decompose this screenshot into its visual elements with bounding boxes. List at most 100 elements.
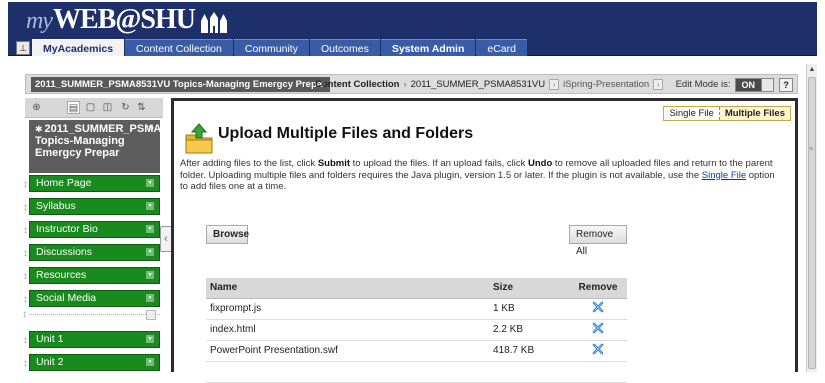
menu-item-resources[interactable]: ↕ Resources ▾: [23, 267, 160, 284]
course-menu: ⊕ ▤ ▢ ◫ ↻ ⇅ ✱ 2011_SUMMER_PSMA8531VU Topi…: [22, 98, 201, 372]
menu-item-label: Resources: [36, 269, 87, 281]
multiple-files-button[interactable]: Multiple Files: [719, 107, 790, 120]
item-options-icon[interactable]: ▾: [145, 334, 155, 344]
menu-item-unit-2[interactable]: ↕ Unit 2 ▾: [23, 354, 160, 371]
remove-x-icon[interactable]: [592, 343, 604, 358]
scroll-thumb[interactable]: [808, 77, 816, 369]
course-menu-toolbar: ⊕ ▤ ▢ ◫ ↻ ⇅: [25, 98, 163, 118]
item-options-icon[interactable]: ▾: [145, 247, 155, 257]
add-menu-item-icon[interactable]: ⊕: [30, 101, 43, 114]
column-size: Size: [489, 278, 569, 299]
breadcrumb: 2011_SUMMER_PSMA8531VU Topics-Managing E…: [25, 74, 798, 94]
menu-item-syllabus[interactable]: ↕ Syllabus ▾: [23, 198, 160, 215]
tab-myacademics[interactable]: MyAcademics: [32, 39, 125, 57]
new-window-icon[interactable]: ◫: [101, 101, 114, 114]
list-view-icon[interactable]: ▤: [67, 101, 80, 114]
upload-folder-icon: [184, 123, 214, 158]
upload-mode-toggle: Single File Multiple Files: [663, 106, 791, 121]
single-file-button[interactable]: Single File: [664, 107, 720, 120]
instructions-submit: Submit: [317, 158, 351, 169]
remove-cell: [569, 319, 627, 341]
item-options-icon[interactable]: ▾: [145, 224, 155, 234]
tab-outcomes[interactable]: Outcomes: [309, 39, 380, 57]
menu-item-unit-1[interactable]: ↕ Unit 1 ▾: [23, 331, 160, 348]
tab-system-admin[interactable]: System Admin: [380, 39, 476, 57]
remove-all-button[interactable]: Remove All: [569, 225, 627, 257]
menu-item-discussions[interactable]: ↕ Discussions ▾: [23, 244, 160, 261]
page-scrollbar[interactable]: ▲ ≡: [806, 64, 817, 372]
column-remove: Remove: [569, 278, 627, 299]
logo-main-text: WEB@SHU: [52, 4, 196, 35]
file-name: fixprompt.js: [206, 298, 489, 320]
tab-content-collection[interactable]: Content Collection: [125, 39, 233, 57]
menu-item-label: Social Media: [36, 292, 97, 304]
myweb-logo[interactable]: myWEB@SHU: [26, 2, 229, 36]
remove-x-icon[interactable]: [592, 301, 604, 316]
drag-handle-icon[interactable]: ↕: [23, 356, 28, 371]
chevron-right-icon[interactable]: ›: [653, 79, 664, 90]
menu-item-instructor-bio[interactable]: ↕ Instructor Bio ▾: [23, 221, 160, 238]
tab-community[interactable]: Community: [233, 39, 309, 57]
menu-item-label: Syllabus: [36, 200, 76, 212]
refresh-icon[interactable]: ↻: [119, 101, 132, 114]
drag-handle-icon[interactable]: ↕: [23, 269, 28, 284]
breadcrumb-folder[interactable]: 2011_SUMMER_PSMA8531VU: [411, 77, 545, 92]
menu-item-label: Home Page: [36, 177, 92, 189]
edit-mode: Edit Mode is: ON ?: [676, 77, 793, 92]
edit-mode-toggle[interactable]: ON: [734, 77, 774, 92]
remove-x-icon[interactable]: [592, 322, 604, 337]
chevron-right-icon[interactable]: ›: [549, 79, 560, 90]
drag-handle-icon[interactable]: ↕: [23, 246, 28, 261]
upload-instructions: After adding files to the list, click Su…: [180, 158, 780, 193]
course-star-icon: ✱: [35, 124, 43, 134]
logo-my-text: my: [26, 8, 53, 34]
file-list-table: Name Size Remove fixprompt.js 1 KB index…: [206, 278, 627, 383]
breadcrumb-separator-icon: ›: [403, 79, 407, 90]
instructions-text: After adding files to the list, click: [180, 158, 318, 169]
drag-handle-icon[interactable]: ↕: [23, 223, 28, 238]
file-name: index.html: [206, 319, 489, 341]
drag-handle-icon[interactable]: ↕: [23, 333, 28, 348]
file-name: PowerPoint Presentation.swf: [206, 340, 489, 362]
item-options-icon[interactable]: ▾: [145, 293, 155, 303]
drag-handle-icon[interactable]: ↕: [23, 292, 28, 307]
remove-cell: [569, 298, 627, 320]
drag-handle-icon[interactable]: ↕: [23, 177, 28, 192]
file-size: 418.7 KB: [489, 340, 569, 362]
instructions-undo: Undo: [527, 158, 553, 169]
tab-ecard[interactable]: eCard: [476, 39, 527, 57]
scroll-up-icon[interactable]: ▲: [807, 64, 817, 75]
item-options-icon[interactable]: ▾: [145, 270, 155, 280]
browse-button[interactable]: Browse: [206, 225, 249, 244]
toggle-knob: [761, 78, 773, 91]
breadcrumb-path: Content Collection › 2011_SUMMER_PSMA853…: [315, 77, 667, 92]
tools-menu-icon[interactable]: ⊥: [16, 41, 30, 55]
item-options-icon[interactable]: ▾: [145, 357, 155, 367]
breadcrumb-content-collection[interactable]: Content Collection: [315, 77, 399, 92]
table-row: fixprompt.js 1 KB: [206, 298, 627, 320]
menu-item-label: Unit 2: [36, 356, 64, 368]
item-options-icon[interactable]: ▾: [145, 201, 155, 211]
menu-item-social-media[interactable]: ↕ Social Media ▾: [23, 290, 160, 307]
breadcrumb-current: iSpring-Presentation: [563, 79, 650, 90]
drag-handle-icon[interactable]: ↕: [22, 309, 27, 320]
column-name: Name: [206, 278, 489, 299]
course-title[interactable]: ✱ 2011_SUMMER_PSMA8531VU Topics-Managing …: [29, 120, 201, 173]
help-button[interactable]: ?: [779, 77, 793, 92]
instructions-text: to upload the files. If an upload fails,…: [350, 158, 528, 169]
menu-item-label: Discussions: [36, 246, 93, 258]
item-options-icon[interactable]: [146, 310, 156, 320]
edit-mode-label: Edit Mode is:: [675, 79, 731, 90]
reorder-icon[interactable]: ⇅: [135, 101, 148, 114]
menu-item-label: Unit 1: [36, 333, 64, 345]
chevron-double-right-icon[interactable]: »: [148, 122, 154, 134]
file-size: 2.2 KB: [489, 319, 569, 341]
breadcrumb-course[interactable]: 2011_SUMMER_PSMA8531VU Topics-Managing E…: [31, 77, 330, 92]
app-header: myWEB@SHU ⊥ MyAcademics Content Collecti…: [8, 2, 817, 57]
drag-handle-icon[interactable]: ↕: [23, 200, 28, 215]
single-file-link[interactable]: Single File: [702, 170, 746, 181]
folder-view-icon[interactable]: ▢: [84, 101, 97, 114]
content-area: Single File Multiple Files Upload Multip…: [171, 98, 798, 383]
item-options-icon[interactable]: ▾: [145, 178, 155, 188]
menu-item-home-page[interactable]: ↕ Home Page ▾: [23, 175, 160, 192]
